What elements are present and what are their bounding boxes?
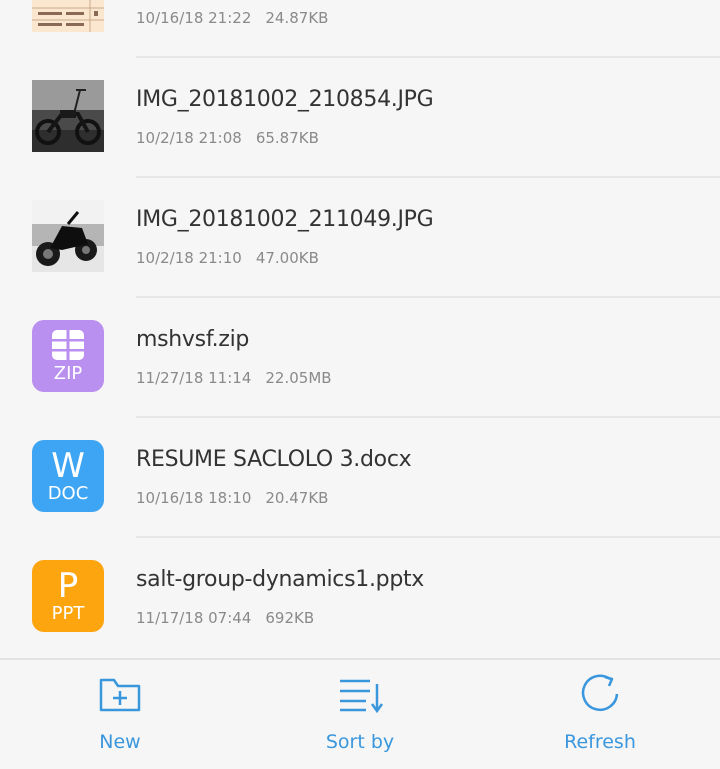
file-size: 24.87KB bbox=[265, 9, 329, 27]
powerpoint-icon: P PPT bbox=[32, 560, 104, 632]
new-button-label: New bbox=[99, 731, 141, 753]
file-date: 11/27/18 11:14 bbox=[136, 369, 252, 387]
file-date: 10/16/18 21:22 bbox=[136, 9, 252, 27]
file-name: RESUME SACLOLO 3.docx bbox=[136, 447, 412, 472]
file-meta: 10/2/18 21:08 65.87KB bbox=[136, 128, 319, 148]
file-meta: 11/27/18 11:14 22.05MB bbox=[136, 368, 332, 388]
refresh-icon bbox=[581, 674, 619, 711]
zip-icon: ZIP bbox=[32, 320, 104, 392]
new-folder-icon bbox=[99, 678, 141, 712]
file-date: 10/2/18 21:08 bbox=[136, 129, 242, 147]
file-date: 10/16/18 18:10 bbox=[136, 489, 252, 507]
file-name: IMG_20181002_211049.JPG bbox=[136, 207, 434, 232]
sort-by-label: Sort by bbox=[325, 731, 395, 753]
file-size: 20.47KB bbox=[265, 489, 329, 507]
new-button[interactable]: New bbox=[0, 660, 240, 769]
file-size: 65.87KB bbox=[255, 129, 319, 147]
refresh-label: Refresh bbox=[564, 731, 636, 753]
file-type-letter: W bbox=[51, 446, 85, 486]
spreadsheet-thumbnail-icon bbox=[32, 0, 104, 32]
file-type-label: DOC bbox=[47, 483, 89, 504]
file-date: 11/17/18 07:44 bbox=[136, 609, 252, 627]
file-list: 10/16/18 21:22 24.87KB IMG_20181002_21085… bbox=[0, 0, 720, 658]
refresh-button[interactable]: Refresh bbox=[480, 660, 720, 769]
file-meta: 10/2/18 21:10 47.00KB bbox=[136, 248, 319, 268]
file-row[interactable]: IMG_20181002_210854.JPG 10/2/18 21:08 65.… bbox=[0, 58, 720, 178]
word-icon: W DOC bbox=[32, 440, 104, 512]
file-meta: 10/16/18 21:22 24.87KB bbox=[136, 8, 328, 28]
file-date: 10/2/18 21:10 bbox=[136, 249, 242, 267]
file-type-label: PPT bbox=[51, 603, 85, 624]
file-meta: 10/16/18 18:10 20.47KB bbox=[136, 488, 328, 508]
bottom-toolbar: New Sort by Refresh bbox=[0, 658, 720, 769]
sort-by-button[interactable]: Sort by bbox=[240, 660, 480, 769]
file-name: IMG_20181002_210854.JPG bbox=[136, 87, 434, 112]
file-type-label: ZIP bbox=[53, 363, 83, 384]
motorcycle-photo-thumbnail-icon bbox=[32, 200, 104, 272]
file-size: 22.05MB bbox=[265, 369, 332, 387]
file-size: 692KB bbox=[265, 609, 315, 627]
motorcycle-photo-thumbnail-icon bbox=[32, 80, 104, 152]
file-meta: 11/17/18 07:44 692KB bbox=[136, 608, 314, 628]
file-row[interactable]: 10/16/18 21:22 24.87KB bbox=[0, 0, 720, 58]
sort-icon bbox=[340, 679, 384, 714]
file-name: salt-group-dynamics1.pptx bbox=[136, 567, 425, 592]
file-size: 47.00KB bbox=[255, 249, 319, 267]
file-row[interactable]: W DOC RESUME SACLOLO 3.docx 10/16/18 18:… bbox=[0, 418, 720, 538]
file-row[interactable]: ZIP mshvsf.zip 11/27/18 11:14 22.05MB bbox=[0, 298, 720, 418]
file-type-letter: P bbox=[57, 566, 79, 606]
file-row[interactable]: P PPT salt-group-dynamics1.pptx 11/17/18… bbox=[0, 538, 720, 658]
file-row[interactable]: IMG_20181002_211049.JPG 10/2/18 21:10 47.… bbox=[0, 178, 720, 298]
file-name: mshvsf.zip bbox=[136, 327, 250, 352]
